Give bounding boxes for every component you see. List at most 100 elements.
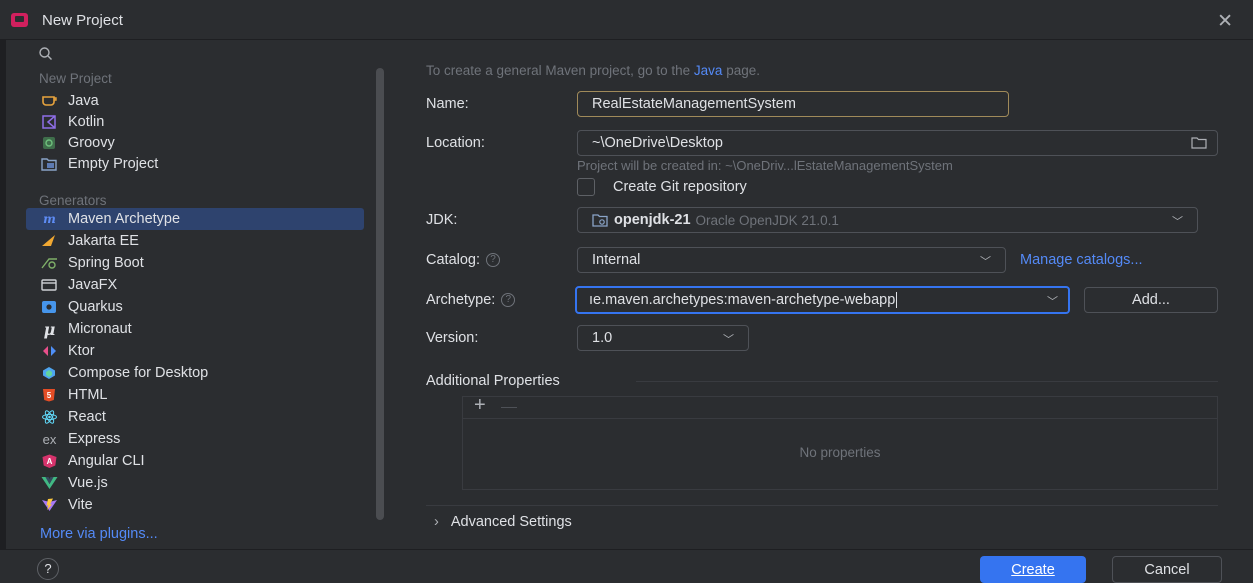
advanced-settings-toggle[interactable]: › Advanced Settings: [434, 514, 572, 530]
create-git-checkbox[interactable]: [577, 178, 595, 196]
window-title: New Project: [42, 12, 123, 29]
more-via-plugins-link[interactable]: More via plugins...: [40, 526, 158, 542]
empty-properties-text: No properties: [799, 445, 881, 460]
hint-suffix: page.: [722, 63, 760, 78]
sidebar-item-label: Ktor: [68, 343, 95, 359]
create-button-label: Create: [1011, 561, 1055, 578]
express-icon: ex: [42, 431, 57, 447]
chevron-down-icon: ﹀: [723, 334, 734, 346]
sidebar-item-ktor[interactable]: Ktor: [26, 340, 364, 362]
catalog-label-text: Catalog:: [426, 252, 481, 268]
sidebar-item-java[interactable]: Java: [26, 90, 364, 112]
jdk-dropdown[interactable]: openjdk-21 Oracle OpenJDK 21.0.1 ﹀: [577, 207, 1198, 233]
sidebar-item-label: Groovy: [68, 135, 115, 151]
groovy-icon: [41, 136, 58, 150]
sidebar-item-vue[interactable]: Vue.js: [26, 472, 364, 494]
sidebar-item-label: Empty Project: [68, 156, 159, 172]
name-input[interactable]: RealEstateManagementSystem: [577, 91, 1009, 117]
sidebar-item-maven-archetype[interactable]: m Maven Archetype: [26, 208, 364, 230]
sidebar-item-micronaut[interactable]: μ Micronaut: [26, 318, 364, 340]
ktor-icon: [41, 344, 58, 358]
sidebar-item-label: Java: [68, 93, 99, 109]
sidebar-item-compose-desktop[interactable]: Compose for Desktop: [26, 362, 364, 384]
help-icon[interactable]: ?: [501, 293, 516, 308]
location-label: Location:: [426, 135, 485, 151]
name-label: Name:: [426, 96, 469, 112]
maven-hint-text: To create a general Maven project, go to…: [426, 63, 760, 78]
archetype-combobox[interactable]: ıe.maven.archetypes:maven-archetype-weba…: [575, 286, 1070, 314]
catalog-value: Internal: [592, 252, 641, 268]
add-property-icon[interactable]: +: [474, 394, 486, 417]
chevron-down-icon: ﹀: [980, 256, 991, 268]
cancel-button[interactable]: Cancel: [1112, 556, 1222, 583]
version-dropdown[interactable]: 1.0 ﹀: [577, 325, 749, 351]
maven-archetype-form: To create a general Maven project, go to…: [392, 40, 1253, 549]
manage-catalogs-link[interactable]: Manage catalogs...: [1020, 252, 1143, 268]
java-icon: [41, 94, 58, 108]
sidebar-item-html[interactable]: 5 HTML: [26, 384, 364, 406]
archetype-label-text: Archetype:: [426, 292, 496, 308]
kotlin-icon: [41, 115, 58, 129]
project-path-note: Project will be created in: ~\OneDriv...…: [577, 158, 953, 173]
sidebar-item-vite[interactable]: Vite: [26, 494, 364, 516]
sidebar-item-javafx[interactable]: JavaFX: [26, 274, 364, 296]
remove-property-icon: [501, 407, 517, 408]
location-input[interactable]: ~\OneDrive\Desktop: [577, 130, 1218, 156]
section-generators: Generators: [39, 193, 107, 208]
catalog-dropdown[interactable]: Internal ﹀: [577, 247, 1006, 273]
sidebar-item-label: Kotlin: [68, 114, 105, 130]
sidebar-item-label: Quarkus: [68, 299, 123, 315]
sidebar-item-label: React: [68, 409, 106, 425]
sidebar-item-jakarta-ee[interactable]: Jakarta EE: [26, 230, 364, 252]
archetype-value: ıe.maven.archetypes:maven-archetype-weba…: [589, 292, 896, 308]
version-value: 1.0: [592, 330, 613, 346]
jdk-detail: Oracle OpenJDK 21.0.1: [695, 212, 839, 228]
advanced-divider: [426, 505, 1218, 506]
folder-icon[interactable]: [1191, 137, 1207, 153]
section-new-project: New Project: [39, 71, 112, 86]
help-button[interactable]: ?: [37, 558, 59, 580]
search-icon[interactable]: [38, 46, 54, 62]
sidebar-item-label: Angular CLI: [68, 453, 145, 469]
sidebar-item-label: Spring Boot: [68, 255, 144, 271]
chevron-down-icon: ﹀: [1047, 296, 1058, 308]
title-bar: New Project ✕: [0, 0, 1253, 40]
empty-project-icon: [41, 157, 58, 171]
quarkus-icon: [41, 300, 58, 314]
version-label: Version:: [426, 330, 479, 346]
sidebar-item-label: Vite: [68, 497, 93, 513]
help-icon[interactable]: ?: [486, 253, 501, 268]
dialog-footer: ? Create Cancel: [0, 549, 1253, 583]
vite-icon: [41, 498, 58, 512]
sidebar-item-kotlin[interactable]: Kotlin: [26, 111, 364, 133]
jdk-name: openjdk-21: [614, 212, 691, 228]
sidebar-item-spring-boot[interactable]: Spring Boot: [26, 252, 364, 274]
properties-toolbar: +: [463, 394, 1217, 419]
add-archetype-button[interactable]: Add...: [1084, 287, 1218, 313]
additional-properties-title: Additional Properties: [426, 373, 560, 389]
create-button[interactable]: Create: [980, 556, 1086, 583]
angular-icon: A: [41, 454, 58, 468]
sidebar-item-angular[interactable]: A Angular CLI: [26, 450, 364, 472]
java-page-link[interactable]: Java: [694, 63, 723, 78]
sidebar-item-empty-project[interactable]: Empty Project: [26, 153, 364, 175]
sidebar-item-label: Maven Archetype: [68, 211, 181, 227]
section-divider: [636, 381, 1218, 382]
react-icon: [41, 410, 58, 424]
sidebar-item-react[interactable]: React: [26, 406, 364, 428]
close-icon[interactable]: ✕: [1217, 10, 1233, 33]
sidebar-scrollbar[interactable]: [376, 68, 384, 520]
sidebar-item-groovy[interactable]: Groovy: [26, 132, 364, 154]
sidebar-item-express[interactable]: ex Express: [26, 428, 364, 450]
sidebar-item-label: Compose for Desktop: [68, 365, 209, 381]
maven-icon: m: [43, 212, 56, 226]
sidebar-item-label: Jakarta EE: [68, 233, 139, 249]
name-input-value: RealEstateManagementSystem: [592, 96, 796, 112]
javafx-icon: [41, 278, 58, 292]
html-icon: 5: [41, 388, 58, 402]
catalog-label: Catalog:?: [426, 252, 501, 268]
sidebar-item-label: HTML: [68, 387, 108, 403]
sidebar-item-quarkus[interactable]: Quarkus: [26, 296, 364, 318]
jdk-label: JDK:: [426, 212, 458, 228]
archetype-label: Archetype:?: [426, 292, 516, 308]
